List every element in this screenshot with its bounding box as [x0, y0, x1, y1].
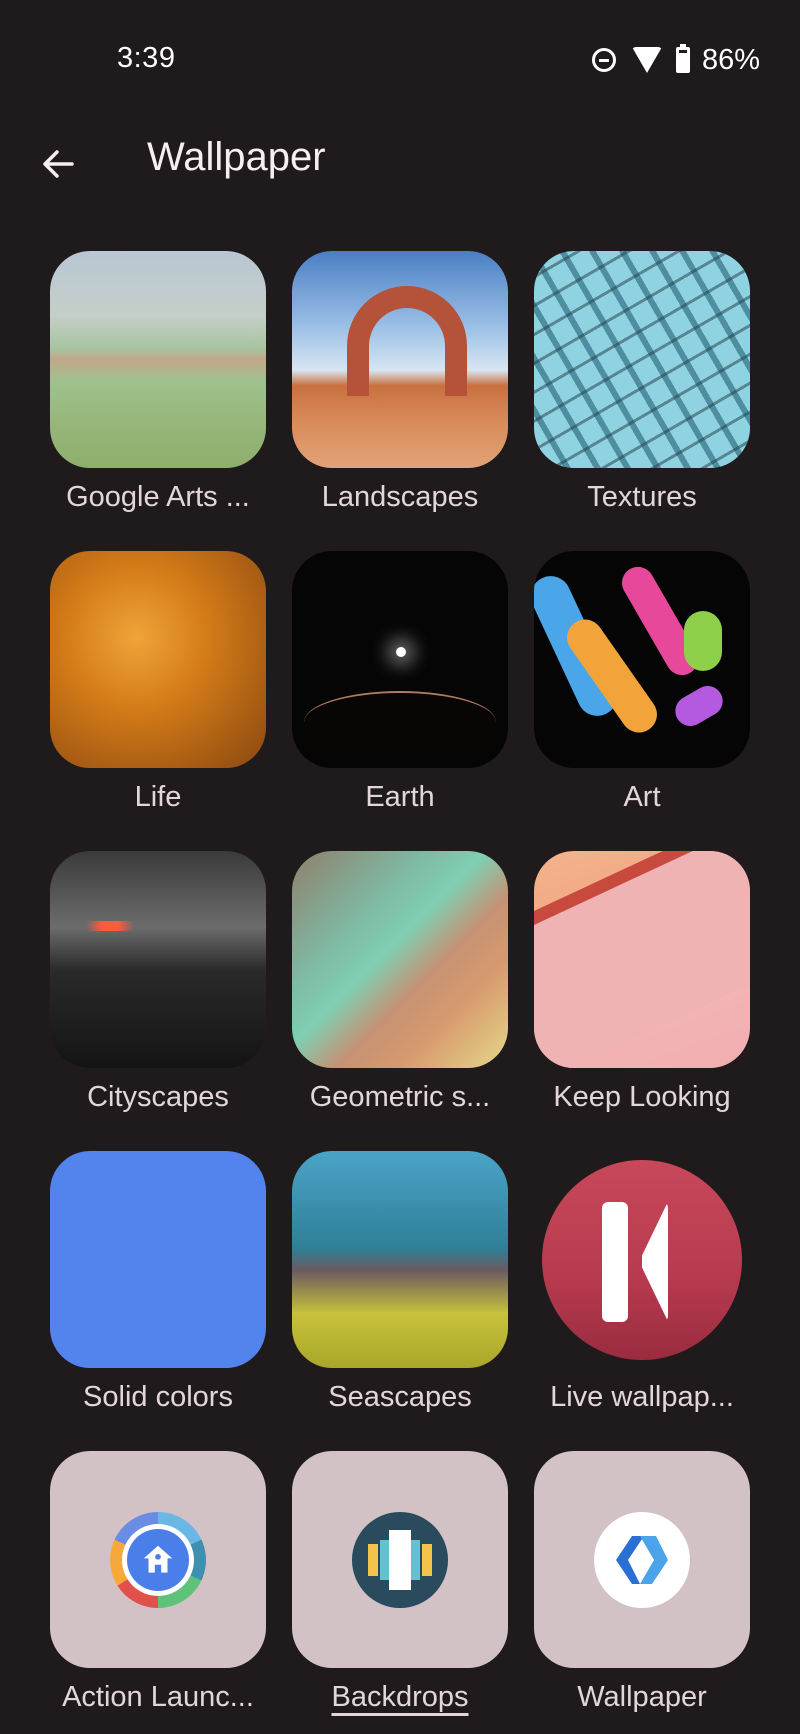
app-bar: Wallpaper: [0, 120, 800, 200]
category-cityscapes[interactable]: Cityscapes: [50, 851, 266, 1113]
category-label: Solid colors: [83, 1381, 233, 1413]
category-microsoft-wallpaper[interactable]: Wallpaper: [534, 1451, 750, 1713]
category-thumbnail: [292, 1151, 508, 1368]
category-label: Cityscapes: [87, 1081, 229, 1113]
category-label: Geometric s...: [309, 1081, 491, 1113]
page-title: Wallpaper: [147, 135, 326, 179]
kwgt-k-icon: [542, 1159, 742, 1360]
category-label: Landscapes: [321, 481, 479, 513]
category-seascapes[interactable]: Seascapes: [292, 1151, 508, 1413]
backdrops-icon: [352, 1511, 448, 1608]
category-thumbnail: [292, 851, 508, 1068]
category-thumbnail: [292, 251, 508, 468]
status-icons: 86%: [591, 42, 760, 78]
category-action-launcher[interactable]: Action Launc...: [50, 1451, 266, 1713]
category-label: Art: [623, 781, 661, 813]
category-thumbnail: [50, 1451, 266, 1668]
status-bar: 3:39 86%: [0, 0, 800, 110]
category-life[interactable]: Life: [50, 551, 266, 813]
category-label: Keep Looking: [553, 1081, 731, 1113]
category-thumbnail: [50, 1151, 266, 1368]
category-thumbnail: [534, 251, 750, 468]
category-thumbnail: [534, 1451, 750, 1668]
category-landscapes[interactable]: Landscapes: [292, 251, 508, 513]
category-geometric-shapes[interactable]: Geometric s...: [292, 851, 508, 1113]
category-label: Wallpaper: [577, 1681, 707, 1713]
home-icon: [143, 1545, 173, 1573]
category-thumbnail: [534, 1151, 750, 1368]
category-keep-looking[interactable]: Keep Looking: [534, 851, 750, 1113]
battery-icon: [675, 44, 690, 73]
category-thumbnail: [292, 1451, 508, 1668]
wifi-icon: [631, 47, 662, 73]
category-textures[interactable]: Textures: [534, 251, 750, 513]
category-live-wallpapers[interactable]: Live wallpap...: [534, 1151, 750, 1413]
category-art[interactable]: Art: [534, 551, 750, 813]
category-google-arts[interactable]: Google Arts ...: [50, 251, 266, 513]
category-label: Seascapes: [328, 1381, 472, 1413]
category-label: Life: [134, 781, 182, 813]
do-not-disturb-icon: [591, 48, 616, 72]
category-label: Backdrops: [331, 1681, 469, 1713]
category-thumbnail: [534, 551, 750, 768]
category-label: Live wallpap...: [550, 1381, 734, 1413]
category-thumbnail: [292, 551, 508, 768]
category-earth[interactable]: Earth: [292, 551, 508, 813]
arrow-left-icon: [43, 150, 74, 178]
back-button[interactable]: [30, 136, 86, 192]
category-backdrops[interactable]: Backdrops: [292, 1451, 508, 1713]
category-thumbnail: [50, 851, 266, 1068]
category-label: Textures: [587, 481, 697, 513]
microsoft-launcher-icon: [594, 1511, 690, 1608]
category-label: Earth: [365, 781, 435, 813]
action-launcher-icon: [110, 1511, 206, 1608]
category-thumbnail: [50, 551, 266, 768]
category-label: Action Launc...: [62, 1681, 254, 1713]
category-thumbnail: [50, 251, 266, 468]
category-thumbnail: [534, 851, 750, 1068]
clock: 3:39: [117, 42, 176, 74]
category-solid-colors[interactable]: Solid colors: [50, 1151, 266, 1413]
category-label: Google Arts ...: [66, 481, 250, 513]
battery-percent: 86%: [701, 43, 760, 76]
